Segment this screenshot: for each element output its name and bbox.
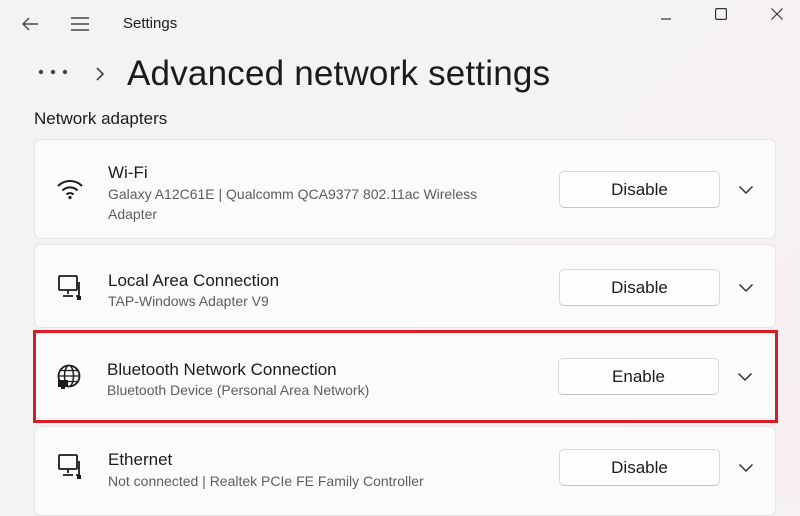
section-title: Network adapters bbox=[34, 109, 168, 128]
back-button[interactable] bbox=[14, 10, 46, 38]
chevron-down-icon bbox=[738, 463, 754, 473]
expand-button[interactable] bbox=[735, 179, 757, 201]
maximize-button[interactable] bbox=[703, 0, 739, 28]
app-title: Settings bbox=[123, 15, 178, 32]
wired-network-icon bbox=[55, 273, 85, 303]
maximize-icon bbox=[715, 8, 727, 20]
adapter-description: Not connected | Realtek PCIe FE Family C… bbox=[108, 473, 424, 489]
expand-button[interactable] bbox=[735, 277, 757, 299]
back-arrow-icon bbox=[22, 17, 38, 31]
adapter-card-ethernet[interactable]: Ethernet Not connected | Realtek PCIe FE… bbox=[34, 426, 776, 516]
disable-button[interactable]: Disable bbox=[559, 171, 720, 208]
expand-button[interactable] bbox=[735, 457, 757, 479]
adapter-card-local-area-connection[interactable]: Local Area Connection TAP-Windows Adapte… bbox=[34, 244, 776, 328]
adapter-name: Local Area Connection bbox=[108, 271, 280, 290]
chevron-down-icon bbox=[738, 283, 754, 293]
chevron-down-icon bbox=[738, 185, 754, 195]
navigation-menu-button[interactable] bbox=[64, 10, 96, 38]
title-bar: Settings bbox=[0, 0, 800, 48]
adapter-name: Ethernet bbox=[108, 450, 173, 469]
disable-button[interactable]: Disable bbox=[559, 449, 720, 486]
hamburger-menu-icon bbox=[71, 17, 89, 31]
breadcrumb-separator bbox=[92, 62, 108, 86]
breadcrumb-overflow-button[interactable] bbox=[36, 58, 70, 86]
close-icon bbox=[771, 8, 783, 20]
close-button[interactable] bbox=[759, 0, 795, 28]
page-title: Advanced network settings bbox=[127, 54, 551, 93]
minimize-button[interactable] bbox=[648, 0, 684, 28]
adapter-name: Wi-Fi bbox=[108, 163, 148, 182]
minimize-icon bbox=[661, 18, 671, 20]
wifi-icon bbox=[55, 174, 85, 204]
chevron-right-icon bbox=[96, 67, 105, 81]
more-dots-icon bbox=[38, 69, 68, 75]
adapter-card-wifi[interactable]: Wi-Fi Galaxy A12C61E | Qualcomm QCA9377 … bbox=[34, 139, 776, 239]
wired-network-icon bbox=[55, 452, 85, 482]
adapter-description: TAP-Windows Adapter V9 bbox=[108, 293, 269, 309]
adapter-description: Galaxy A12C61E | Qualcomm QCA9377 802.11… bbox=[108, 186, 478, 222]
highlight-box bbox=[33, 330, 778, 423]
disable-button[interactable]: Disable bbox=[559, 269, 720, 306]
